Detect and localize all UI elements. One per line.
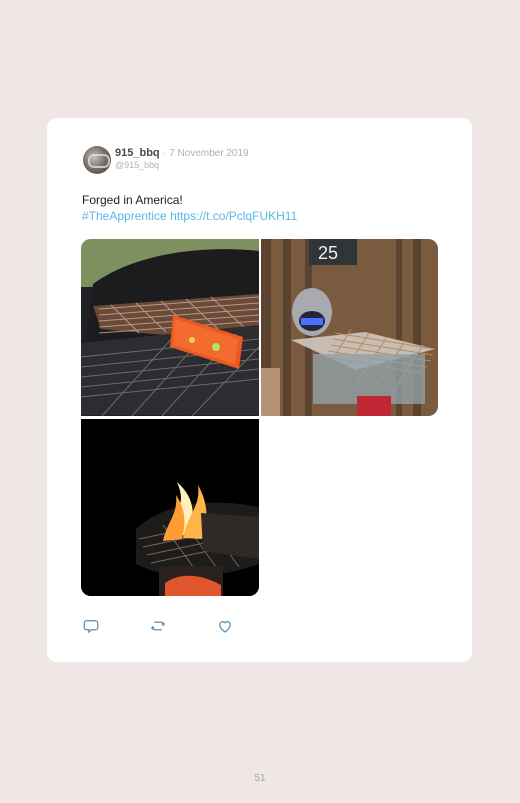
tweet-header: 915_bbq · 7 November 2019 [115, 147, 249, 159]
media-grid: 25 [81, 239, 438, 596]
post-date[interactable]: 7 November 2019 [169, 148, 249, 159]
avatar[interactable] [83, 146, 111, 174]
tweet-text: Forged in America! #TheApprentice https:… [82, 192, 422, 224]
retweet-button[interactable] [149, 617, 167, 635]
tweet-card: 915_bbq · 7 November 2019 @915_bbq Forge… [47, 118, 472, 662]
page-number: 51 [254, 773, 266, 784]
grill-grate-photo[interactable] [81, 239, 259, 416]
tweet-actions [82, 617, 252, 637]
fire-photo-illustration [81, 419, 259, 596]
username[interactable]: @915_bbq [115, 160, 159, 170]
hashtag-link[interactable]: #TheApprentice [82, 209, 167, 223]
header-separator: · [162, 148, 167, 159]
fire-grill-photo[interactable] [81, 419, 259, 596]
heart-icon [219, 621, 231, 633]
retweet-icon [150, 621, 166, 631]
svg-text:25: 25 [318, 243, 338, 263]
tweet-links-line: #TheApprentice https://t.co/PclqFUKH11 [82, 208, 422, 224]
tweet-text-line: Forged in America! [82, 193, 183, 207]
grill-photo-illustration [81, 239, 259, 416]
workshop-welding-photo[interactable]: 25 [261, 239, 438, 416]
page: { "post": { "display_name": "915_bbq", "… [0, 0, 520, 803]
reply-button[interactable] [82, 617, 100, 635]
workshop-photo-illustration: 25 [261, 239, 438, 416]
display-name[interactable]: 915_bbq [115, 147, 160, 159]
like-button[interactable] [216, 617, 234, 635]
url-link[interactable]: https://t.co/PclqFUKH11 [170, 209, 297, 223]
reply-icon [83, 620, 99, 634]
